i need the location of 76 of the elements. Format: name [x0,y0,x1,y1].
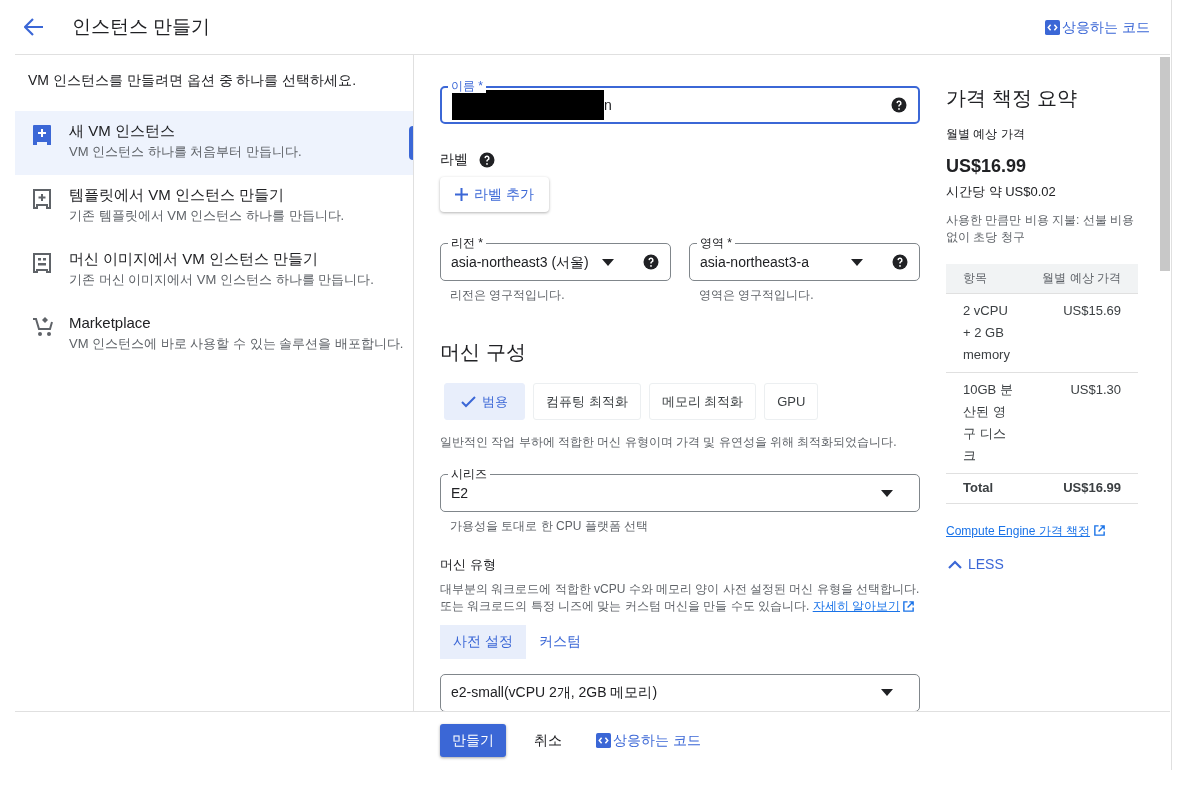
server-icon [32,252,52,274]
billing-note: 사용한 만큼만 비용 지불: 선불 비용 없이 초당 청구 [946,211,1135,246]
machine-family-tab[interactable]: 범용 [444,383,525,420]
subsection-heading: 머신 유형 [440,556,497,574]
option-title: 새 VM 인스턴스 [69,122,176,140]
option-description: 기존 템플릿에서 VM 인스턴스 하나를 만듭니다. [69,207,345,224]
external-link-icon [902,599,916,613]
help-icon[interactable] [891,253,909,271]
name-input[interactable]: n [604,94,612,116]
column-header: 항목 [963,270,987,287]
monthly-label: 월별 예상 가격 [946,126,1026,143]
help-icon[interactable] [478,150,496,169]
dropdown-caret-icon [602,258,614,266]
dropdown-caret-icon [851,258,863,266]
scrollbar-thumb[interactable] [1160,57,1170,271]
select-value: e2-small(vCPU 2개, 2GB 메모리) [451,683,659,702]
select-value: asia-northeast3 (서울) [451,252,590,272]
option-title: Marketplace [69,314,152,332]
select-value: asia-northeast3-a [700,252,810,272]
table-cell-text: US$1.30 [1070,380,1121,399]
chevron-up-icon [948,559,962,569]
back-arrow-icon[interactable] [24,18,44,36]
learn-more-link[interactable]: 자세히 알아보기 [812,597,916,615]
help-icon[interactable] [642,253,660,271]
helper-text: 영역은 영구적입니다. [699,287,815,304]
selection-indicator [409,126,413,160]
select-value: E2 [451,483,470,503]
page-title: 인스턴스 만들기 [72,14,211,39]
machine-family-tab[interactable]: GPU [764,383,819,420]
field-label: 리전 * [448,236,486,250]
dropdown-caret-icon [881,489,893,497]
pricing-link[interactable]: Compute Engine 가격 책정 [946,521,1138,540]
section-label: 라벨 [440,150,468,169]
option-description: VM 인스턴스에 바로 사용할 수 있는 솔루션을 배포합니다. [69,335,404,352]
create-button[interactable]: 만들기 [440,724,506,757]
option-description: VM 인스턴스 하나를 처음부터 만듭니다. [69,143,302,160]
option-description: 기존 머신 이미지에서 VM 인스턴스 하나를 만듭니다. [69,271,374,288]
monthly-price: US$16.99 [946,155,1028,178]
section-heading: 머신 구성 [440,340,527,365]
table-cell-text: Total [963,479,994,498]
table-cell-text: US$16.99 [1063,479,1121,498]
equivalent-code-link[interactable]: 상응하는 코드 [1045,16,1150,38]
add-label-button[interactable]: 라벨 추가 [440,177,549,212]
option-title: 템플릿에서 VM 인스턴스 만들기 [69,186,285,204]
instance-option[interactable]: 새 VM 인스턴스 VM 인스턴스 하나를 처음부터 만듭니다. [15,111,413,175]
family-description: 일반적인 작업 부하에 적합한 머신 유형이며 가격 및 유연성을 위해 최적화되었습니다. [440,434,898,451]
pricing-title: 가격 책정 요약 [946,86,1079,111]
field-label: 시리즈 [448,467,490,481]
cancel-button[interactable]: 취소 [532,730,564,751]
check-icon [461,395,476,408]
cart-icon [32,316,54,338]
code-icon [1045,19,1061,35]
machine-type-description: 대부분의 워크로드에 적합한 vCPU 수와 메모리 양이 사전 설정된 머신 유형을 선택합니다. 또는 워크로드의 특정 니즈에 맞는 커스텀 머신을 만들 수도 있습니다. 자세히 알아보기 [440,580,920,615]
column-header: 월별 예상 가격 [1042,270,1121,287]
code-icon [596,733,611,748]
less-button[interactable]: LESS [948,553,1004,575]
helper-text: 가용성을 토대로 한 CPU 플랫폼 선택 [450,518,649,535]
intro-text: VM 인스턴스를 만들려면 옵션 중 하나를 선택하세요. [27,71,358,90]
machine-family-tab[interactable]: 컴퓨팅 최적화 [533,383,641,420]
table-cell-text: US$15.69 [1063,301,1121,320]
add-box-icon [32,188,52,210]
option-title: 머신 이미지에서 VM 인스턴스 만들기 [69,250,320,268]
table-cell-text: 10GB 분산된 영구 디스크 [963,380,1014,465]
dropdown-caret-icon [881,689,893,696]
helper-text: 리전은 영구적입니다. [450,287,566,304]
help-icon[interactable] [890,96,908,114]
field-label: 영역 * [697,236,735,250]
external-link-icon [1093,524,1107,537]
hourly-price: 시간당 약 US$0.02 [946,183,1057,201]
plus-icon [455,188,468,201]
equivalent-code-link[interactable]: 상응하는 코드 [596,730,701,751]
machine-family-tab[interactable]: 메모리 최적화 [648,383,757,420]
add-box-icon [32,124,52,146]
machine-type-tab[interactable]: 사전 설정 [440,624,526,659]
table-cell-text: 2 vCPU + 2 GB memory [963,301,1011,364]
field-label: 이름 * [448,79,486,93]
